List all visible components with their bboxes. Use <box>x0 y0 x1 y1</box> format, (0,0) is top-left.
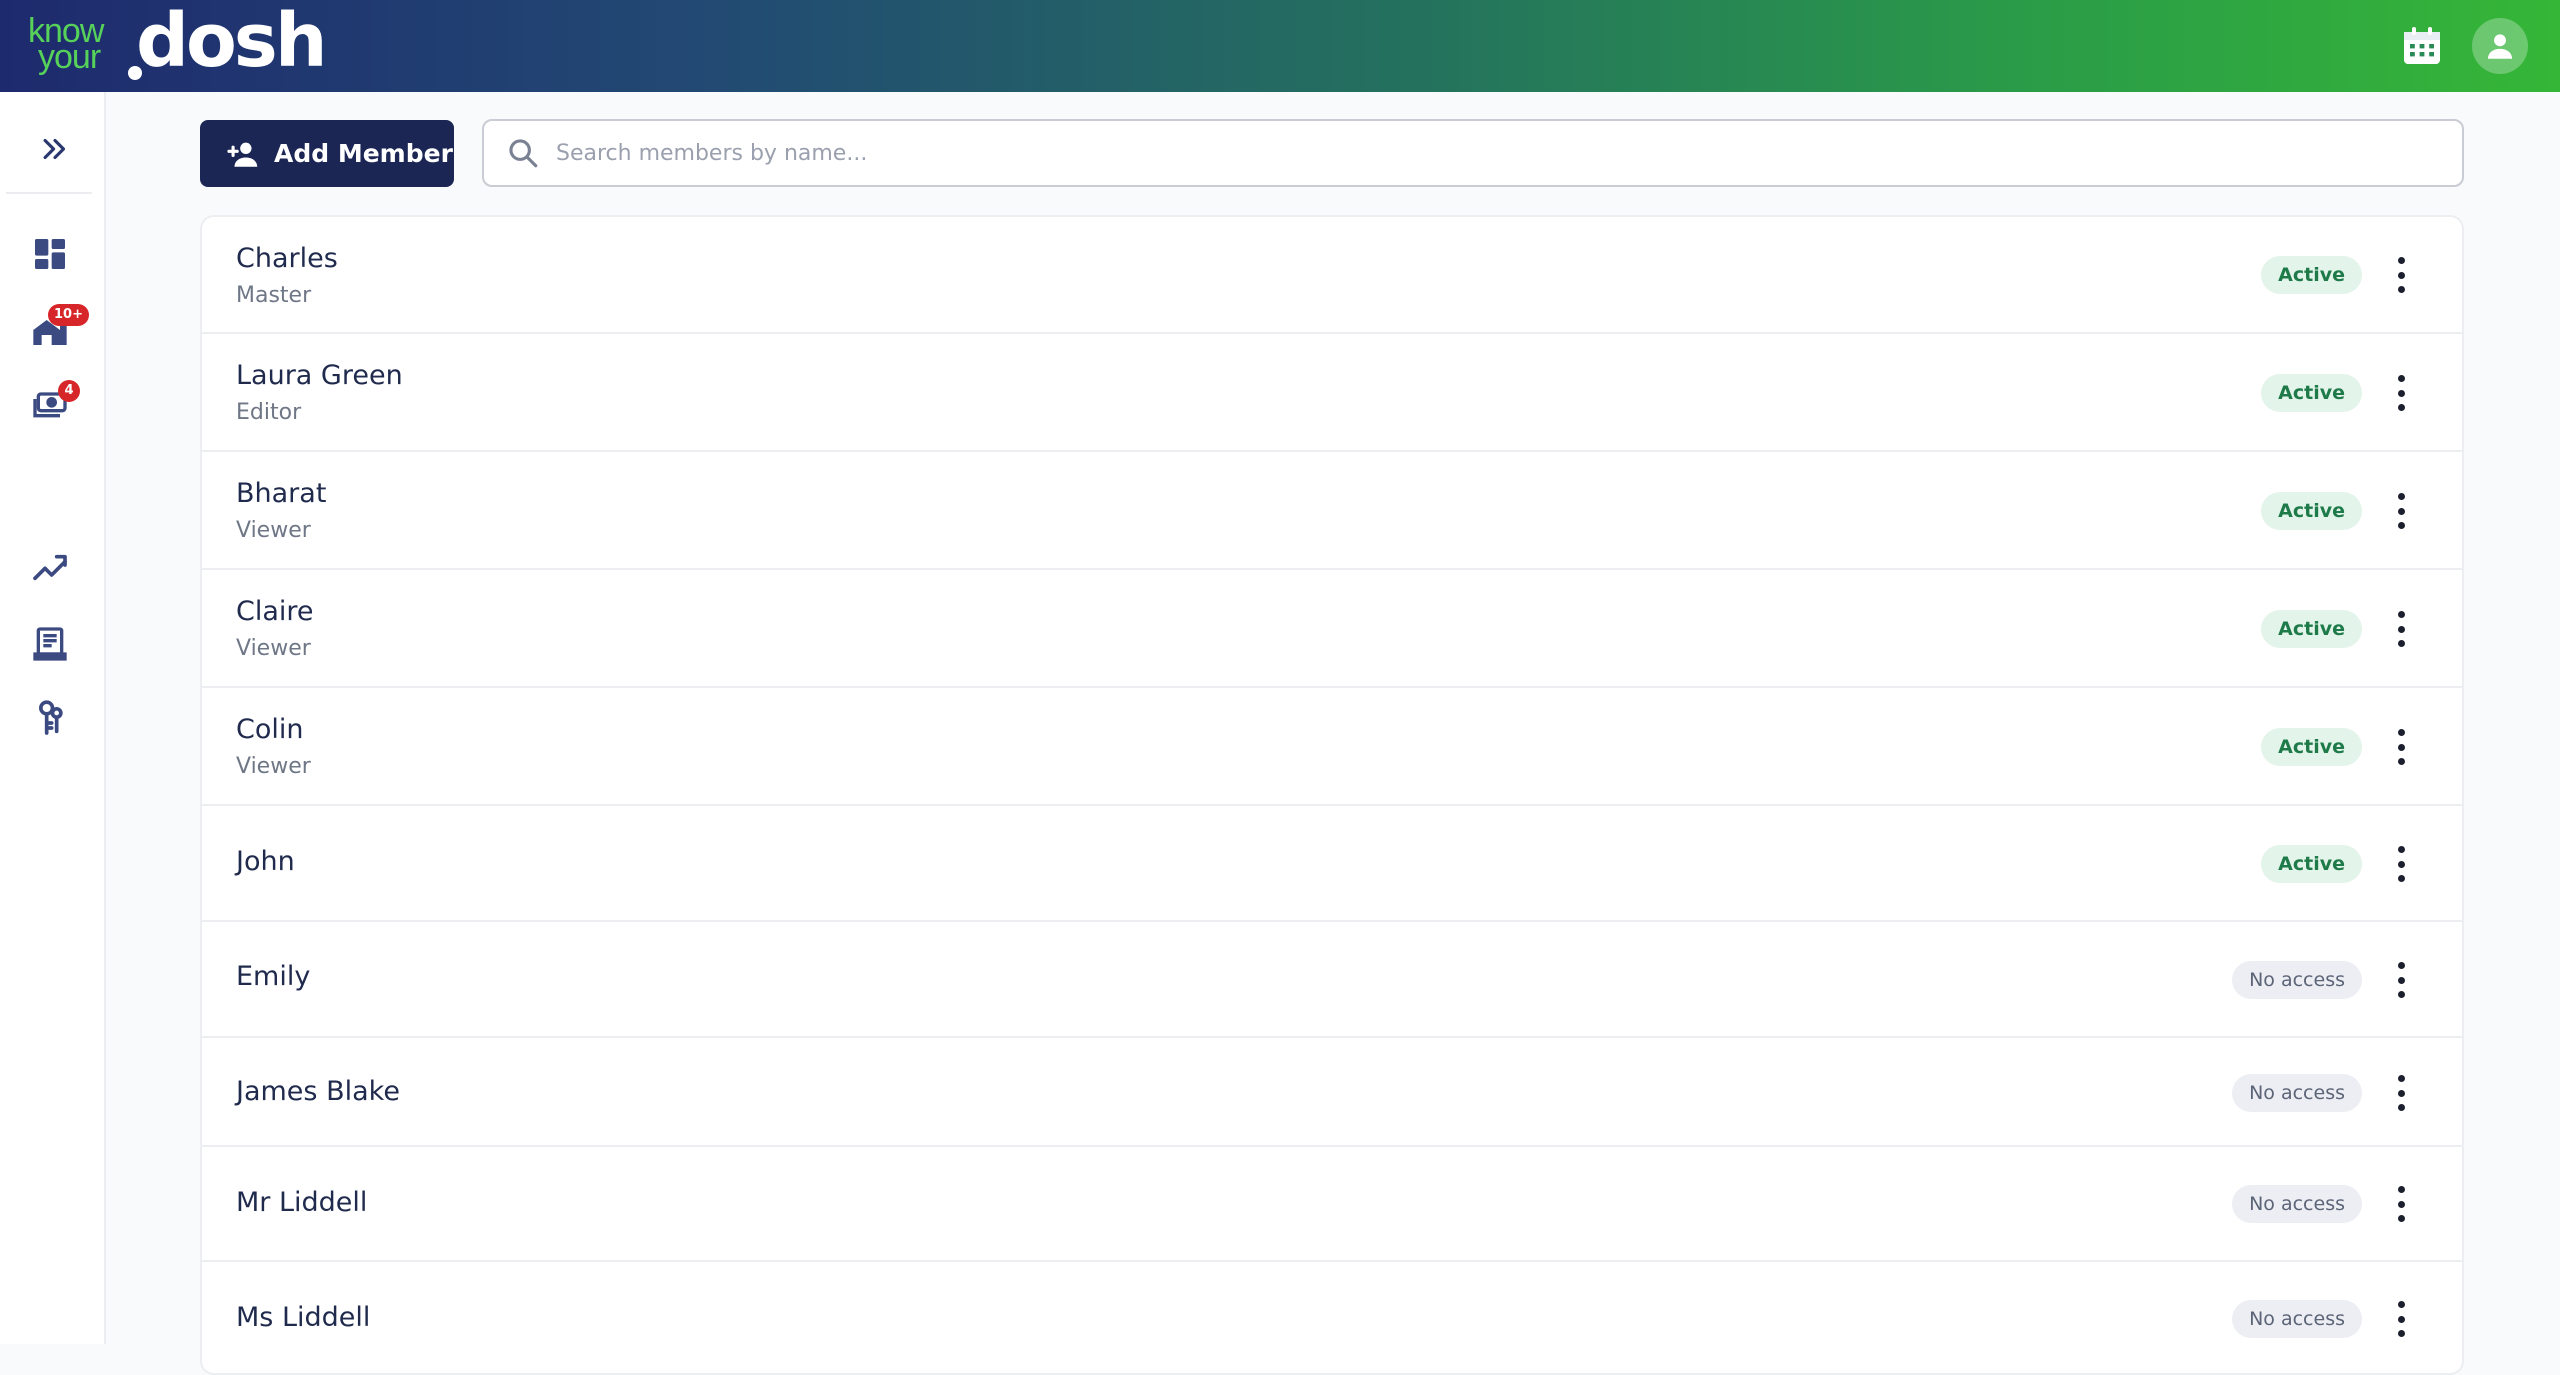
member-row[interactable]: Ms Liddell No access <box>202 1262 2462 1373</box>
status-badge: Active <box>2261 374 2362 412</box>
know-your-dosh-logo[interactable]: know your dosh <box>28 0 328 86</box>
chevron-double-right-icon <box>43 138 66 160</box>
sidebar-item-payments[interactable]: 4 <box>30 380 80 424</box>
member-role: Viewer <box>236 518 311 543</box>
account-icon <box>2487 34 2513 59</box>
member-name: Ms Liddell <box>236 1302 371 1333</box>
member-role: Viewer <box>236 636 311 661</box>
sidebar-divider <box>6 192 92 194</box>
member-row[interactable]: James Blake No access <box>202 1038 2462 1147</box>
status-badge: Active <box>2261 256 2362 294</box>
analytics-icon <box>33 554 67 581</box>
member-menu-button[interactable] <box>2396 962 2406 998</box>
member-row[interactable]: John Active <box>202 806 2462 922</box>
person-add-icon <box>227 142 258 167</box>
status-badge: No access <box>2232 961 2362 999</box>
member-menu-button[interactable] <box>2396 729 2406 765</box>
keys-icon <box>39 700 63 735</box>
member-row[interactable]: Laura Green Editor Active <box>202 334 2462 452</box>
dashboard-icon <box>35 239 65 269</box>
member-row[interactable]: Colin Viewer Active <box>202 688 2462 806</box>
member-row[interactable]: Charles Master Active <box>202 217 2462 334</box>
logo-text-your: your <box>38 38 101 76</box>
member-row[interactable]: Bharat Viewer Active <box>202 452 2462 570</box>
member-name: Emily <box>236 961 311 992</box>
member-search-box[interactable] <box>482 119 2464 187</box>
member-name: Laura Green <box>236 360 403 391</box>
member-name: Charles <box>236 243 338 274</box>
sidebar-expand-button[interactable] <box>38 132 72 166</box>
account-avatar-button[interactable] <box>2472 18 2528 74</box>
status-badge: Active <box>2261 728 2362 766</box>
member-role: Viewer <box>236 754 311 779</box>
member-row[interactable]: Mr Liddell No access <box>202 1147 2462 1262</box>
status-badge: No access <box>2232 1074 2362 1112</box>
member-menu-button[interactable] <box>2396 1301 2406 1337</box>
payments-badge: 4 <box>58 380 80 402</box>
member-menu-button[interactable] <box>2396 846 2406 882</box>
calendar-icon[interactable] <box>2398 22 2446 70</box>
add-member-button[interactable]: Add Member <box>200 120 454 187</box>
status-badge: Active <box>2261 492 2362 530</box>
documents-icon <box>33 627 67 661</box>
sidebar: 10+ 4 <box>0 92 106 1344</box>
sidebar-item-dashboard[interactable] <box>30 234 70 274</box>
top-app-bar: know your dosh <box>0 0 2560 92</box>
members-list: Charles Master Active Laura Green Editor… <box>200 215 2464 1375</box>
sidebar-item-analytics[interactable] <box>30 550 70 590</box>
status-badge: No access <box>2232 1300 2362 1338</box>
member-menu-button[interactable] <box>2396 257 2406 293</box>
member-row[interactable]: Claire Viewer Active <box>202 570 2462 688</box>
status-badge: Active <box>2261 610 2362 648</box>
logo-text-dosh: dosh <box>136 0 328 84</box>
status-badge: Active <box>2261 845 2362 883</box>
member-role: Master <box>236 283 312 308</box>
status-badge: No access <box>2232 1185 2362 1223</box>
member-name: John <box>236 846 295 877</box>
member-menu-button[interactable] <box>2396 375 2406 411</box>
member-menu-button[interactable] <box>2396 1075 2406 1111</box>
properties-badge: 10+ <box>48 304 89 326</box>
search-icon <box>509 139 538 168</box>
member-menu-button[interactable] <box>2396 493 2406 529</box>
member-name: Colin <box>236 714 304 745</box>
member-name: Mr Liddell <box>236 1187 368 1218</box>
member-name: James Blake <box>236 1076 400 1107</box>
sidebar-item-documents[interactable] <box>30 624 70 664</box>
member-role: Editor <box>236 400 302 425</box>
member-name: Bharat <box>236 478 327 509</box>
member-row[interactable]: Emily No access <box>202 922 2462 1038</box>
member-name: Claire <box>236 596 314 627</box>
member-menu-button[interactable] <box>2396 1186 2406 1222</box>
sidebar-item-keys[interactable] <box>30 698 70 738</box>
sidebar-item-properties[interactable]: 10+ <box>30 304 89 350</box>
member-menu-button[interactable] <box>2396 611 2406 647</box>
add-member-label: Add Member <box>274 139 453 168</box>
search-input[interactable] <box>556 140 2436 166</box>
